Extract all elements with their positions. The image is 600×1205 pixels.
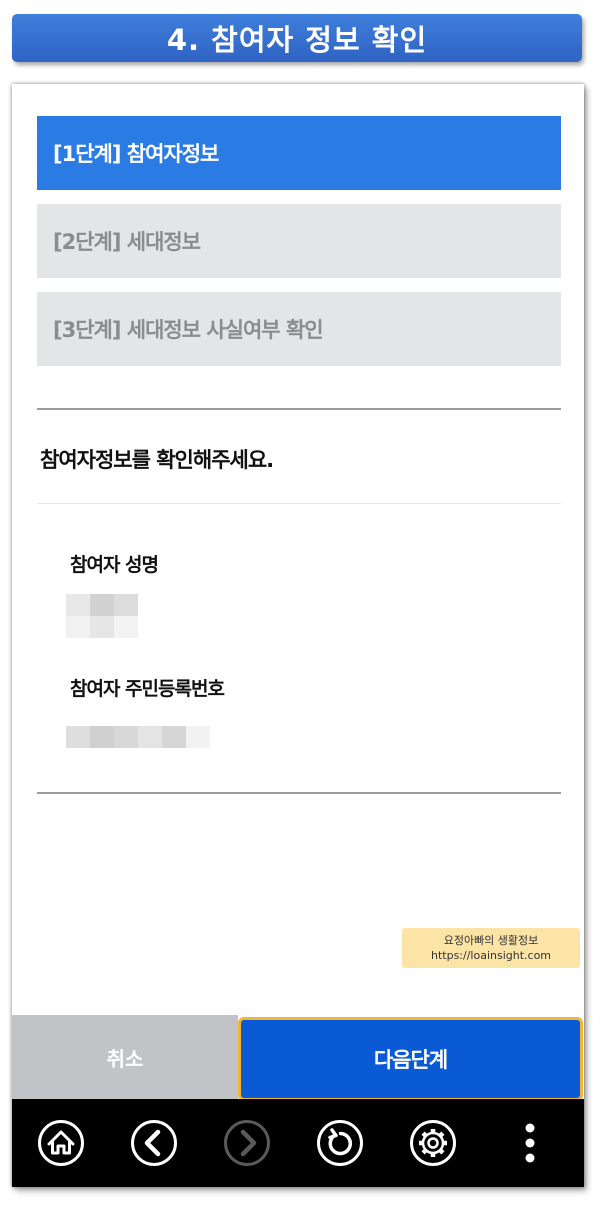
step-2-label: [2단계] 세대정보 [53,230,201,254]
more-icon[interactable] [506,1119,554,1167]
instruction-divider [37,503,561,504]
fields-divider [37,792,561,794]
step-2-tab[interactable]: [2단계] 세대정보 [37,204,561,278]
settings-icon[interactable] [409,1119,457,1167]
refresh-icon[interactable] [316,1119,364,1167]
section-divider [37,408,561,410]
participant-name-value-masked [66,594,138,638]
watermark-badge: 요정아빠의 생활정보 https://loainsight.com [402,928,580,968]
step-1-tab[interactable]: [1단계] 참여자정보 [37,116,561,190]
cancel-button[interactable]: 취소 [12,1015,238,1099]
page-banner: 4. 참여자 정보 확인 [12,14,582,62]
participant-name-label: 참여자 성명 [70,554,159,576]
home-icon[interactable] [37,1119,85,1167]
instruction-text: 참여자정보를 확인해주세요. [40,448,274,472]
next-step-button[interactable]: 다음단계 [238,1017,583,1101]
watermark-line1: 요정아빠의 생활정보 [443,934,539,947]
step-3-label: [3단계] 세대정보 사실여부 확인 [53,318,324,342]
back-icon[interactable] [130,1119,178,1167]
participant-ssn-value-masked [66,726,210,748]
next-step-button-label: 다음단계 [373,1048,448,1072]
banner-title: 4. 참여자 정보 확인 [166,23,428,57]
app-screen: [1단계] 참여자정보 [2단계] 세대정보 [3단계] 세대정보 사실여부 확… [12,84,584,1187]
participant-ssn-label: 참여자 주민등록번호 [70,678,225,700]
bottom-nav-bar [12,1099,584,1187]
cancel-button-label: 취소 [106,1046,144,1071]
step-1-label: [1단계] 참여자정보 [53,142,219,166]
watermark-line2: https://loainsight.com [430,949,552,962]
forward-icon[interactable] [223,1119,271,1167]
step-3-tab[interactable]: [3단계] 세대정보 사실여부 확인 [37,292,561,366]
